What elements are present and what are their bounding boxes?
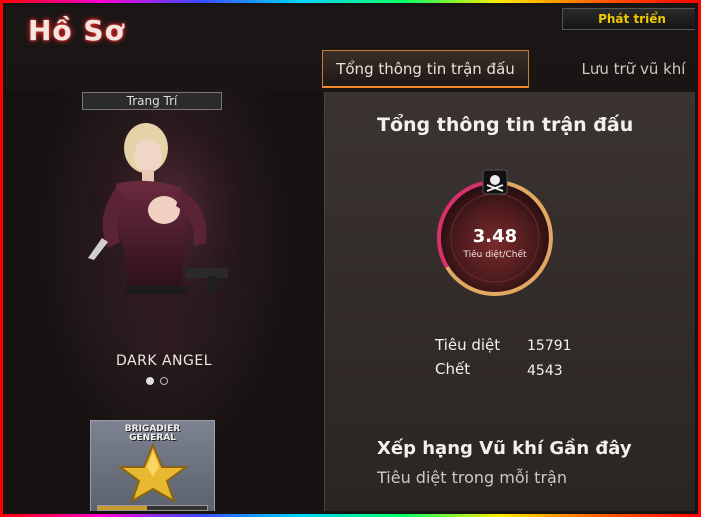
rank-title-line2: GENERAL (129, 433, 176, 443)
rank-badge: BRIGADIER GENERAL (90, 420, 215, 511)
kd-ratio-label: Tiêu diệt/Chết (463, 250, 527, 260)
rank-progress-bar (97, 505, 208, 511)
weapon-ranking-subtitle: Tiêu diệt trong mỗi trận (377, 468, 567, 487)
decoration-button[interactable]: Trang Trí (82, 92, 222, 110)
kills-value: 15791 (527, 338, 572, 354)
rainbow-frame: Hồ Sơ Phát triển Tổng thông tin trận đấu… (0, 0, 701, 517)
deaths-value: 4543 (527, 363, 563, 379)
tab-weapon-storage[interactable]: Lưu trữ vũ khí (566, 50, 695, 88)
kills-label: Tiêu diệt (435, 336, 501, 354)
gold-star-icon (116, 443, 190, 503)
carousel-dot-2[interactable] (160, 377, 168, 385)
weapon-ranking-title: Xếp hạng Vũ khí Gần đây (377, 438, 632, 459)
character-portrait (86, 118, 256, 353)
carousel-dot-1[interactable] (146, 377, 154, 385)
profile-window: Hồ Sơ Phát triển Tổng thông tin trận đấu… (6, 6, 695, 511)
deaths-label: Chết (435, 360, 471, 378)
page-title: Hồ Sơ (28, 14, 125, 47)
carousel-indicator (146, 377, 168, 385)
skull-crossbones-icon (482, 169, 508, 195)
rank-progress-fill (98, 506, 148, 510)
development-button[interactable]: Phát triển (562, 8, 695, 30)
character-panel: Trang Trí DARK ANGEL BRIGADIER GENERAL (6, 90, 322, 511)
kd-ratio-value: 3.48 (472, 226, 518, 247)
stats-section-title: Tổng thông tin trận đấu (377, 114, 634, 136)
character-name: DARK ANGEL (115, 353, 212, 369)
tab-match-stats[interactable]: Tổng thông tin trận đấu (322, 50, 529, 88)
stats-panel: Tổng thông tin trận đấu 3.48 Tiêu diệt/C… (324, 92, 695, 511)
